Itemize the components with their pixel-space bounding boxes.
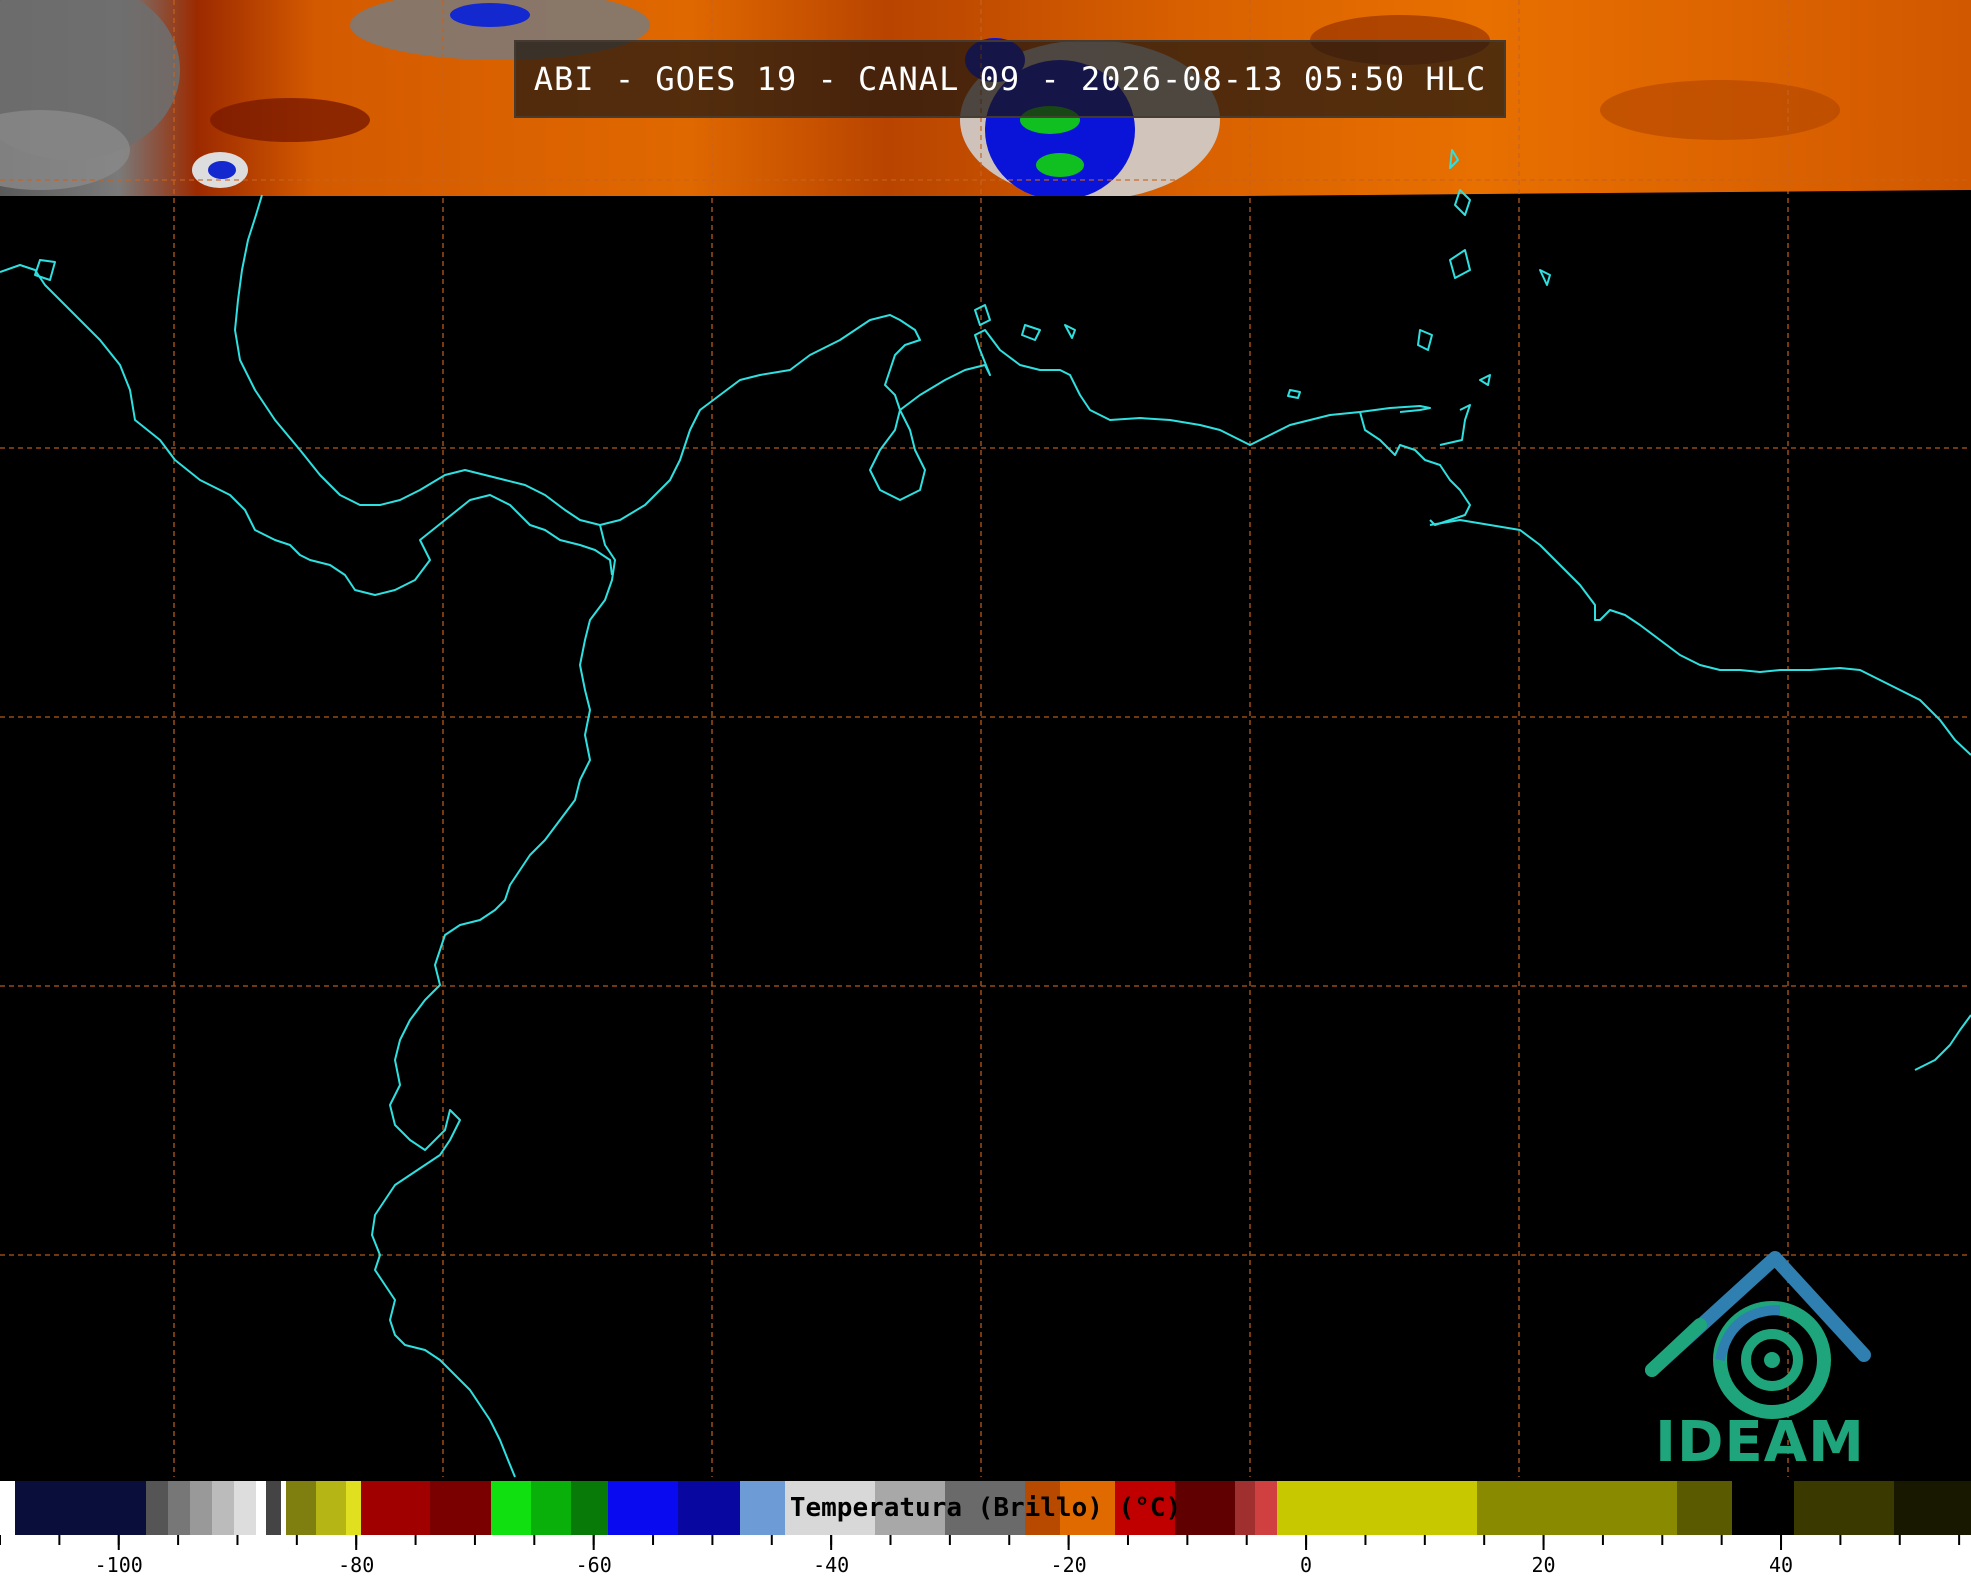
colorbar-tick-label: 20 — [1532, 1553, 1556, 1577]
colorbar-tick-label: -40 — [813, 1553, 849, 1577]
coastlines — [0, 149, 1971, 1478]
colorbar-ticks: -100 -80 -60 -40 -20 0 20 40 — [0, 1535, 1971, 1577]
image-title: ABI - GOES 19 - CANAL 09 - 2026-08-13 05… — [533, 60, 1487, 98]
graticule — [0, 0, 1971, 1477]
ideam-logo-text: IDEAM — [1655, 1410, 1865, 1475]
colorbar-tick-label: 0 — [1300, 1553, 1312, 1577]
colorbar-tick-label: -80 — [338, 1553, 374, 1577]
colorbar-tick-label: 40 — [1769, 1553, 1793, 1577]
colorbar-tick-label: -20 — [1051, 1553, 1087, 1577]
title-banner: ABI - GOES 19 - CANAL 09 - 2026-08-13 05… — [514, 40, 1506, 118]
ideam-logo — [1645, 1251, 1871, 1419]
colorbar-tick-label: -60 — [576, 1553, 612, 1577]
satellite-map: -100 -80 -60 -40 -20 0 20 40 — [0, 0, 1971, 1577]
colorbar-axis-background — [0, 1535, 1971, 1577]
colorbar — [0, 1481, 1971, 1535]
colorbar-tick-label: -100 — [95, 1553, 143, 1577]
